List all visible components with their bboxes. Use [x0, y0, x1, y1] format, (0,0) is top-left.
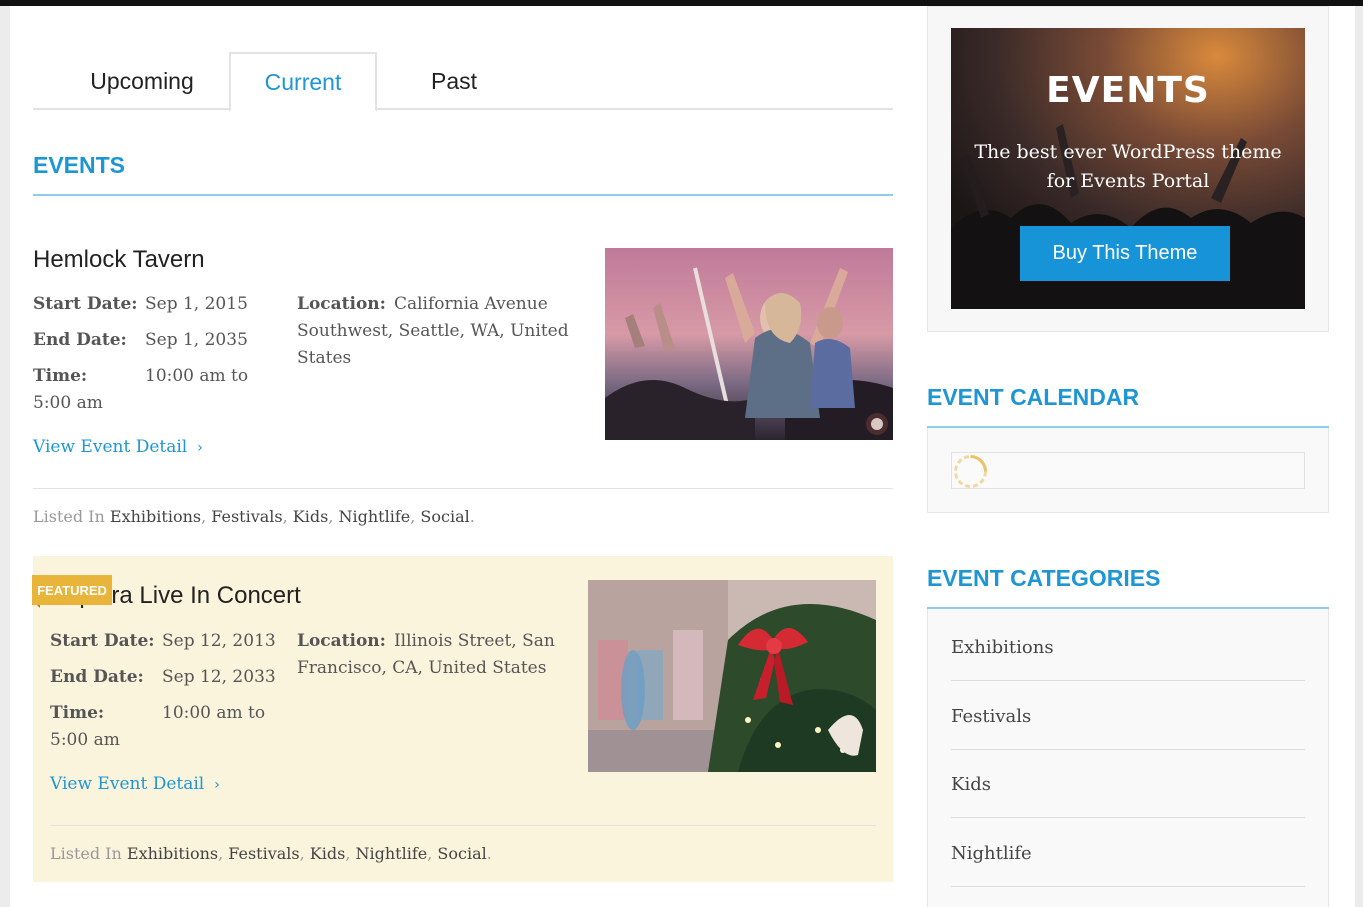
- start-date-value: Sep 1, 2015: [145, 294, 248, 314]
- view-event-detail-label: View Event Detail: [50, 774, 205, 794]
- event-title[interactable]: Hemlock Tavern: [33, 246, 205, 274]
- category-link[interactable]: Nightlife: [339, 507, 411, 526]
- time-value: 10:00 am to: [145, 366, 249, 386]
- category-link[interactable]: Kids: [310, 844, 346, 863]
- end-date-value: Sep 1, 2035: [145, 330, 248, 350]
- theme-ad-widget: EVENTS The best ever WordPress theme for…: [927, 6, 1329, 332]
- category-link[interactable]: Kids: [293, 507, 329, 526]
- category-link[interactable]: Nightlife: [356, 844, 428, 863]
- listed-in-label: Listed In: [50, 844, 122, 863]
- category-item-festivals[interactable]: Festivals: [951, 682, 1305, 750]
- event-categories-heading: EVENT CATEGORIES: [927, 565, 1161, 591]
- category-item-kids[interactable]: Kids: [951, 750, 1305, 818]
- ad-subtitle: The best ever WordPress theme for Events…: [951, 138, 1305, 196]
- time-value: 10:00 am to: [162, 703, 266, 723]
- category-link[interactable]: Social: [437, 844, 486, 863]
- christmas-tree-photo: [588, 580, 876, 772]
- chevron-right-icon: ›: [214, 777, 220, 793]
- view-event-detail-link[interactable]: View Event Detail ›: [33, 437, 203, 457]
- event-calendar-heading: EVENT CALENDAR: [927, 384, 1140, 410]
- tab-current[interactable]: Current: [229, 52, 377, 112]
- time-label: Time:: [33, 366, 88, 386]
- ad-title: EVENTS: [1046, 70, 1210, 111]
- category-item-nightlife[interactable]: Nightlife: [951, 819, 1305, 887]
- ad-subtitle-line: for Events Portal: [1046, 170, 1210, 192]
- chevron-right-icon: ›: [197, 440, 203, 456]
- time-value-end: 5:00 am: [50, 730, 120, 750]
- start-date-label: Start Date:: [50, 631, 155, 651]
- event-image[interactable]: [605, 248, 893, 440]
- event-calendar-widget: [927, 428, 1329, 513]
- category-link[interactable]: Social: [420, 507, 469, 526]
- event-card: Hemlock Tavern Start Date: Sep 1, 2015 E…: [33, 236, 893, 536]
- page: Upcoming Current Past EVENTS Hemlock Tav…: [10, 6, 1355, 907]
- category-link[interactable]: Festivals: [228, 844, 299, 863]
- location: Location: Illinois Street, San Francisco,…: [297, 628, 557, 682]
- tab-upcoming[interactable]: Upcoming: [73, 52, 211, 110]
- event-categories-widget: Exhibitions Festivals Kids Nightlife: [927, 609, 1329, 907]
- event-separator: [33, 488, 893, 489]
- event-card-featured: Sephira Live In Concert Start Date: Sep …: [32, 556, 893, 882]
- end-date-value: Sep 12, 2033: [162, 667, 276, 687]
- theme-ad-banner[interactable]: EVENTS The best ever WordPress theme for…: [951, 28, 1305, 309]
- events-heading: EVENTS: [33, 152, 126, 178]
- event-separator: [50, 825, 876, 826]
- location: Location: California Avenue Southwest, Se…: [297, 291, 572, 372]
- listed-in: Listed In Exhibitions, Festivals, Kids, …: [50, 844, 492, 863]
- location-label: Location:: [297, 294, 386, 314]
- buy-theme-button[interactable]: Buy This Theme: [1020, 226, 1230, 281]
- start-date-value: Sep 12, 2013: [162, 631, 276, 651]
- listed-in: Listed In Exhibitions, Festivals, Kids, …: [33, 507, 475, 526]
- view-event-detail-label: View Event Detail: [33, 437, 188, 457]
- view-event-detail-link[interactable]: View Event Detail ›: [50, 774, 220, 794]
- category-item-exhibitions[interactable]: Exhibitions: [951, 613, 1305, 681]
- event-tabs: Upcoming Current Past: [33, 52, 893, 112]
- end-date-label: End Date:: [50, 667, 144, 687]
- listed-in-label: Listed In: [33, 507, 105, 526]
- category-link[interactable]: Festivals: [211, 507, 282, 526]
- event-image[interactable]: [588, 580, 876, 772]
- end-date-label: End Date:: [33, 330, 127, 350]
- featured-badge: FEATURED: [32, 575, 112, 605]
- events-heading-rule: [33, 194, 893, 196]
- category-link[interactable]: Exhibitions: [110, 507, 201, 526]
- time-label: Time:: [50, 703, 105, 723]
- ad-subtitle-line: The best ever WordPress theme: [974, 141, 1282, 163]
- loading-spinner-icon: [954, 455, 987, 488]
- tab-past[interactable]: Past: [393, 52, 515, 110]
- category-link[interactable]: Exhibitions: [127, 844, 218, 863]
- start-date-label: Start Date:: [33, 294, 138, 314]
- calendar-placeholder: [951, 452, 1305, 489]
- concert-crowd-photo: [605, 248, 893, 440]
- location-label: Location:: [297, 631, 386, 651]
- time-value-end: 5:00 am: [33, 393, 103, 413]
